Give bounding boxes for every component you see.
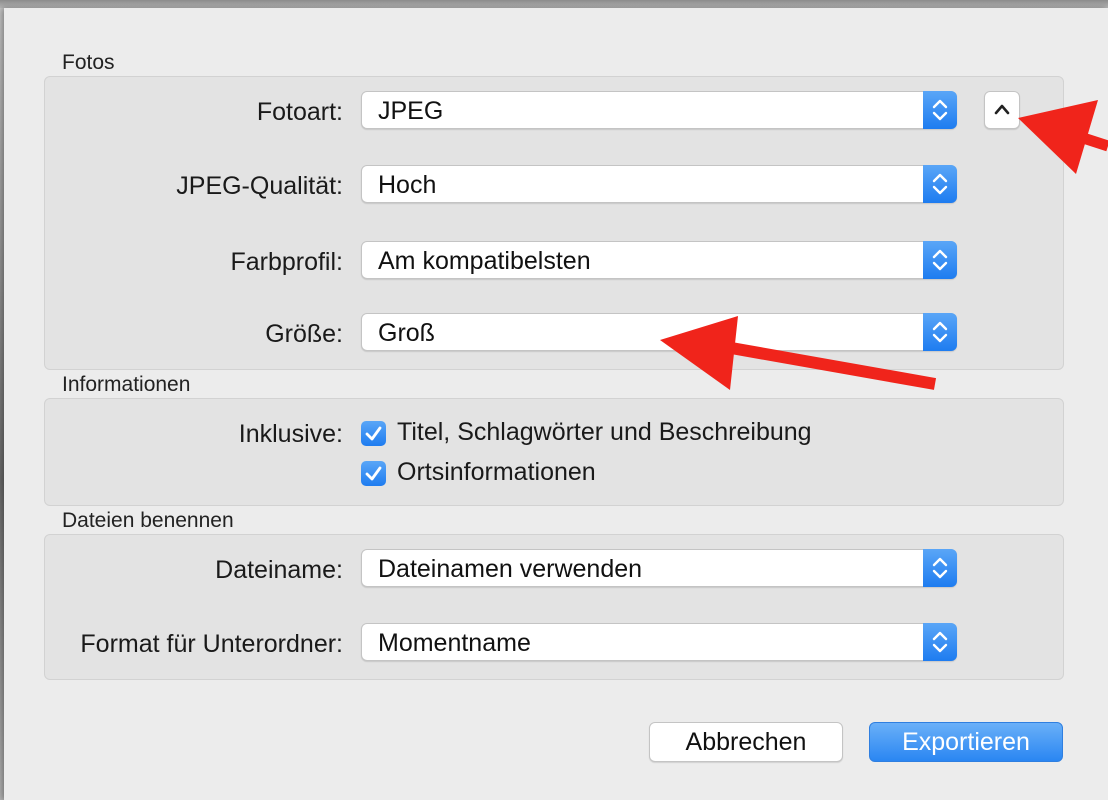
window-edge [0, 0, 1108, 8]
filename-value: Dateinamen verwenden [378, 555, 643, 583]
chevron-up-down-icon [923, 165, 957, 203]
subfolder-format-label: Format für Unterordner: [80, 630, 343, 658]
chevron-up-down-icon [923, 623, 957, 661]
size-label: Größe: [265, 320, 343, 348]
checkmark-icon [365, 466, 382, 481]
fotoart-select[interactable]: JPEG [361, 91, 957, 129]
color-profile-value: Am kompatibelsten [378, 247, 591, 275]
include-location-label: Ortsinformationen [397, 458, 596, 486]
chevron-up-down-icon [923, 313, 957, 351]
filename-label: Dateiname: [215, 556, 343, 584]
jpeg-quality-value: Hoch [378, 171, 437, 199]
section-title-fotos: Fotos [62, 51, 115, 74]
fotoart-label: Fotoart: [256, 98, 343, 126]
color-profile-select[interactable]: Am kompatibelsten [361, 241, 957, 279]
size-value: Groß [378, 319, 435, 347]
include-metadata-label: Titel, Schlagwörter und Beschreibung [397, 418, 812, 446]
subfolder-format-select[interactable]: Momentname [361, 623, 957, 661]
chevron-up-down-icon [923, 549, 957, 587]
jpeg-quality-select[interactable]: Hoch [361, 165, 957, 203]
export-button[interactable]: Exportieren [869, 722, 1063, 762]
subfolder-format-value: Momentname [378, 629, 531, 657]
cancel-button[interactable]: Abbrechen [649, 722, 843, 762]
jpeg-quality-label: JPEG-Qualität: [176, 172, 343, 200]
collapse-details-button[interactable] [984, 91, 1020, 129]
checkbox-checked[interactable] [361, 421, 386, 446]
checkmark-icon [365, 426, 382, 441]
section-title-dateien: Dateien benennen [62, 509, 234, 532]
section-title-informationen: Informationen [62, 373, 191, 396]
include-label: Inklusive: [238, 420, 343, 448]
informationen-group-box [44, 398, 1064, 506]
filename-select[interactable]: Dateinamen verwenden [361, 549, 957, 587]
color-profile-label: Farbprofil: [230, 248, 343, 276]
chevron-up-down-icon [923, 241, 957, 279]
fotoart-value: JPEG [378, 97, 444, 125]
chevron-up-down-icon [923, 91, 957, 129]
checkbox-checked[interactable] [361, 461, 386, 486]
size-select[interactable]: Groß [361, 313, 957, 351]
